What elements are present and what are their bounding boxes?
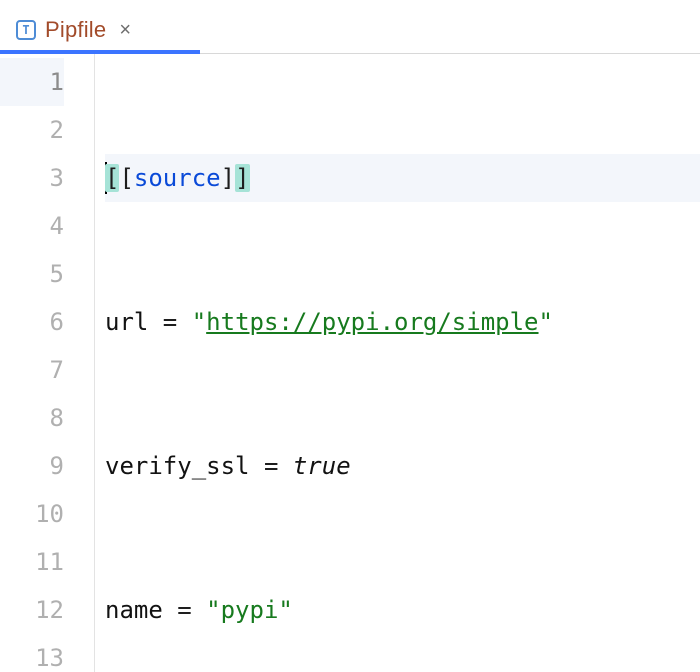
line-number: 4 [0,202,64,250]
active-tab-indicator [0,50,200,54]
tab-pipfile[interactable]: T Pipfile × [0,6,149,53]
config-key: verify_ssl [105,452,250,480]
bracket-open: [ [105,164,119,192]
line-number: 1 [0,58,64,106]
line-number: 2 [0,106,64,154]
config-key: name [105,596,163,624]
line-number: 9 [0,442,64,490]
line-number: 3 [0,154,64,202]
line-number: 11 [0,538,64,586]
section-name: source [134,164,221,192]
bracket-close: ] [235,164,249,192]
url-link[interactable]: https://pypi.org/simple [206,308,538,336]
textfile-icon: T [16,20,36,40]
line-number-gutter: 1 2 3 4 5 6 7 8 9 10 11 12 13 [0,54,95,672]
code-line[interactable]: [[source]] [105,154,700,202]
config-key: url [105,308,148,336]
code-line[interactable]: verify_ssl = true [105,442,700,490]
line-number: 8 [0,394,64,442]
line-number: 13 [0,634,64,672]
config-value: true [293,452,351,480]
line-number: 10 [0,490,64,538]
code-line[interactable]: name = "pypi" [105,586,700,634]
line-number: 6 [0,298,64,346]
tab-bar: T Pipfile × [0,0,700,54]
line-number: 12 [0,586,64,634]
code-editor[interactable]: 1 2 3 4 5 6 7 8 9 10 11 12 13 [[source]]… [0,54,700,672]
close-icon[interactable]: × [115,20,135,40]
tab-label: Pipfile [45,17,106,43]
code-content[interactable]: [[source]] url = "https://pypi.org/simpl… [95,54,700,672]
code-line[interactable]: url = "https://pypi.org/simple" [105,298,700,346]
line-number: 5 [0,250,64,298]
line-number: 7 [0,346,64,394]
config-value: "pypi" [206,596,293,624]
